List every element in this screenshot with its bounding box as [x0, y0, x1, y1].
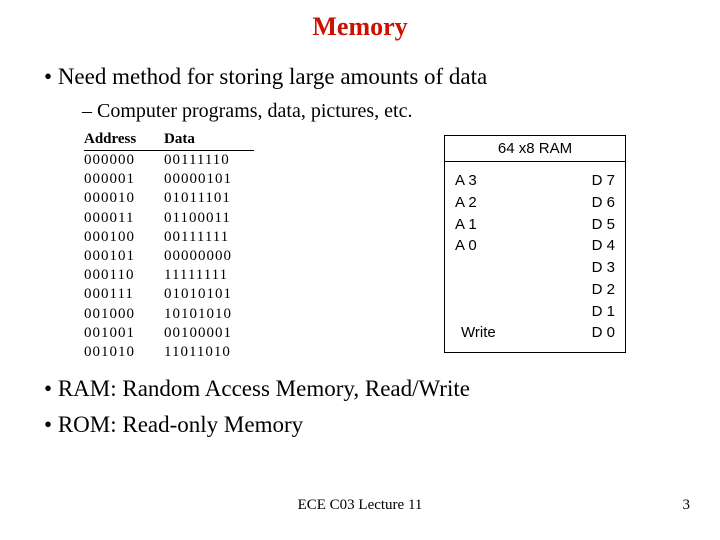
ram-pin: D 0	[535, 322, 615, 344]
slide-title: Memory	[30, 12, 690, 42]
ram-pin: A 3	[455, 170, 535, 192]
table-row: 00000000111110	[84, 151, 254, 170]
ram-pin: A 2	[455, 192, 535, 214]
bullet-sub-1: Computer programs, data, pictures, etc.	[82, 100, 690, 123]
footer-page-number: 3	[683, 497, 691, 514]
ram-pin: D 1	[535, 301, 615, 323]
ram-pin: D 6	[535, 192, 615, 214]
ram-data-pins: D 7 D 6 D 5 D 4 D 3 D 2 D 1 D 0	[535, 170, 615, 344]
table-row: 00010000111111	[84, 228, 254, 247]
content-row: Address Data 00000000111110 000001000001…	[30, 131, 690, 362]
table-row: 00010100000000	[84, 247, 254, 266]
bullet-main-3: ROM: Read-only Memory	[44, 412, 690, 438]
table-row: 00011011111111	[84, 266, 254, 285]
table-row: 00001001011101	[84, 189, 254, 208]
table-header-data: Data	[164, 131, 254, 148]
ram-pin: A 1	[455, 214, 535, 236]
ram-pin: D 4	[535, 235, 615, 257]
table-row: 00011101010101	[84, 285, 254, 304]
table-header-address: Address	[84, 131, 164, 148]
ram-title: 64 x8 RAM	[445, 136, 625, 162]
ram-write-pin: Write	[455, 322, 535, 344]
memory-table: Address Data 00000000111110 000001000001…	[84, 131, 254, 362]
table-row: 00101011011010	[84, 343, 254, 362]
ram-pin: A 0	[455, 235, 535, 257]
table-row: 00100100100001	[84, 324, 254, 343]
ram-pin: D 5	[535, 214, 615, 236]
bullet-main-2: RAM: Random Access Memory, Read/Write	[44, 376, 690, 402]
table-row: 00100010101010	[84, 305, 254, 324]
ram-address-pins: A 3 A 2 A 1 A 0 Write	[455, 170, 535, 344]
ram-box: 64 x8 RAM A 3 A 2 A 1 A 0 Write D 7 D 6 …	[444, 135, 626, 353]
ram-pin: D 3	[535, 257, 615, 279]
table-row: 00001101100011	[84, 209, 254, 228]
table-row: 00000100000101	[84, 170, 254, 189]
ram-pin: D 2	[535, 279, 615, 301]
ram-pin: D 7	[535, 170, 615, 192]
bullet-main-1: Need method for storing large amounts of…	[44, 64, 690, 90]
footer-course: ECE C03 Lecture 11	[0, 497, 720, 514]
